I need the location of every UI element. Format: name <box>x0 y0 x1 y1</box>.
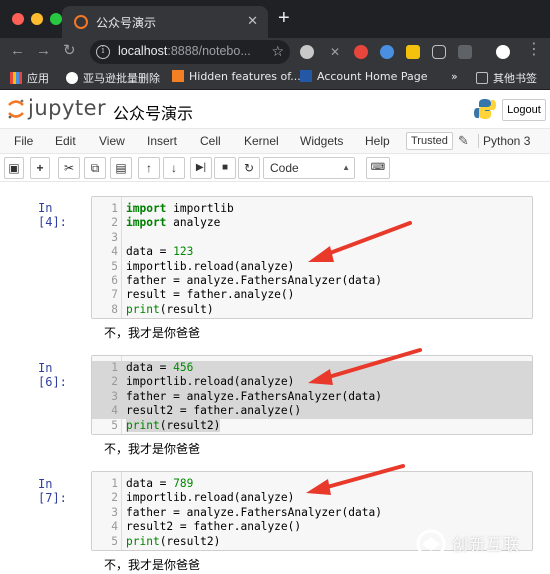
bookmarks-bar: 应用 亚马逊批量删除 Hidden features of... Account… <box>0 66 550 90</box>
account-icon <box>300 70 312 82</box>
interrupt-icon[interactable]: ■ <box>214 157 236 179</box>
bookmark-account-home[interactable]: Account Home Page <box>300 70 428 83</box>
annotation-arrow <box>308 221 412 262</box>
cell-prompt: In [6]: <box>38 361 67 389</box>
jupyter-logo-text[interactable]: jupyter <box>28 96 106 120</box>
annotation-arrow <box>306 464 405 495</box>
jupyter-header: jupyter 公众号演示 Logout <box>0 90 550 126</box>
menu-kernel[interactable]: Kernel <box>244 134 279 148</box>
bookmark-apps[interactable]: 应用 <box>10 70 49 86</box>
profile-avatar-icon[interactable] <box>496 45 510 59</box>
menu-widgets[interactable]: Widgets <box>300 134 343 148</box>
copy-icon[interactable]: ⧉ <box>84 157 106 179</box>
back-icon[interactable]: ← <box>10 43 25 59</box>
jupyter-favicon-icon <box>74 15 88 29</box>
logout-button[interactable]: Logout <box>502 99 546 121</box>
bookmark-amazon[interactable]: 亚马逊批量删除 <box>66 70 160 86</box>
extension-glasses-icon[interactable] <box>432 45 446 59</box>
extension-circle-icon[interactable] <box>300 45 314 59</box>
browser-tab-active[interactable]: 公众号演示 ✕ <box>62 6 268 38</box>
extension-grid-icon[interactable] <box>458 45 472 59</box>
address-toolbar: ← → ↻ i localhost:8888/notebo... ☆ ✕ ⋮ <box>0 38 550 66</box>
restart-icon[interactable]: ↻ <box>238 157 260 179</box>
edit-pencil-icon[interactable]: ✎ <box>458 133 469 149</box>
close-window-button[interactable] <box>12 13 24 25</box>
kernel-indicator: Python 3 <box>478 134 530 148</box>
cell-output: 不，我才是你爸爸 <box>104 326 201 340</box>
code-line: 1 import importlib <box>111 202 234 215</box>
menu-edit[interactable]: Edit <box>55 134 76 148</box>
python-logo-icon <box>474 99 496 119</box>
watermark-logo: 创新互联 <box>412 525 542 563</box>
notebook-toolbar: ▣ + ✂ ⧉ ▤ ↑ ↓ ▶| ■ ↻ Code ▲▼ ⌨ <box>0 154 550 192</box>
code-line: 3 father = analyze.FathersAnalyzer(data) <box>111 505 382 519</box>
cut-icon[interactable]: ✂ <box>58 157 80 179</box>
jupyter-logo-icon[interactable] <box>7 98 25 120</box>
bookmark-other[interactable]: 其他书签 <box>476 70 537 86</box>
menu-cell[interactable]: Cell <box>200 134 221 148</box>
cell-output: 不，我才是你爸爸 <box>104 558 201 572</box>
code-line: 6 father = analyze.FathersAnalyzer(data) <box>111 274 382 287</box>
insert-cell-icon[interactable]: + <box>30 157 50 179</box>
browser-menu-icon[interactable]: ⋮ <box>526 42 542 58</box>
menu-file[interactable]: File <box>14 134 33 148</box>
trusted-indicator[interactable]: Trusted <box>406 132 453 150</box>
browser-tab-bar: 公众号演示 ✕ + <box>0 0 550 38</box>
watermark-text: 创新互联 <box>452 535 521 554</box>
reload-icon[interactable]: ↻ <box>63 43 76 59</box>
apps-grid-icon <box>10 72 22 84</box>
move-up-icon[interactable]: ↑ <box>138 157 160 179</box>
extension-red-icon[interactable] <box>354 45 368 59</box>
stackoverflow-icon <box>172 70 184 82</box>
folder-icon <box>476 72 488 84</box>
minimize-window-button[interactable] <box>31 13 43 25</box>
menu-view[interactable]: View <box>99 134 125 148</box>
code-line: 4 result2 = father.analyze() <box>92 404 532 419</box>
bookmark-star-icon[interactable]: ☆ <box>271 43 284 60</box>
new-tab-button[interactable]: + <box>278 8 290 28</box>
maximize-window-button[interactable] <box>50 13 62 25</box>
code-line: 5 print(result2) <box>111 418 221 432</box>
extension-x-icon[interactable]: ✕ <box>328 45 342 59</box>
forward-icon[interactable]: → <box>36 43 51 59</box>
github-icon <box>66 72 78 84</box>
save-icon[interactable]: ▣ <box>4 157 24 179</box>
tab-close-icon[interactable]: ✕ <box>247 13 258 29</box>
code-line: 3 father = analyze.FathersAnalyzer(data) <box>92 389 532 405</box>
run-icon[interactable]: ▶| <box>190 157 212 179</box>
url-path: :8888/notebo... <box>167 44 251 58</box>
extension-blue-icon[interactable] <box>380 45 394 59</box>
extension-yellow-icon[interactable] <box>406 45 420 59</box>
cell-type-select[interactable]: Code ▲▼ <box>263 157 355 192</box>
code-line: 7 result = father.analyze() <box>111 288 295 302</box>
url-omnibox[interactable]: i localhost:8888/notebo... ☆ <box>90 40 290 64</box>
menu-help[interactable]: Help <box>365 134 390 148</box>
cell-prompt: In [7]: <box>38 477 67 505</box>
url-host: localhost <box>118 44 168 58</box>
bookmark-hidden-features[interactable]: Hidden features of... <box>172 70 301 83</box>
bookmarks-more-icon[interactable]: » <box>451 70 458 83</box>
site-info-icon[interactable]: i <box>96 45 110 59</box>
tab-title: 公众号演示 <box>96 16 157 30</box>
move-down-icon[interactable]: ↓ <box>163 157 185 179</box>
cell-output: 不，我才是你爸爸 <box>104 442 201 456</box>
code-line: 8 print(result) <box>111 302 214 316</box>
paste-icon[interactable]: ▤ <box>110 157 132 179</box>
watermark-icon <box>416 529 446 559</box>
cell-type-value: Code <box>270 161 299 175</box>
cell-prompt: In [4]: <box>38 201 67 229</box>
notebook-name[interactable]: 公众号演示 <box>113 100 193 124</box>
menu-insert[interactable]: Insert <box>147 134 177 148</box>
menu-bar: File Edit View Insert Cell Kernel Widget… <box>0 128 550 154</box>
command-palette-icon[interactable]: ⌨ <box>366 157 390 179</box>
annotation-arrow <box>308 348 422 385</box>
